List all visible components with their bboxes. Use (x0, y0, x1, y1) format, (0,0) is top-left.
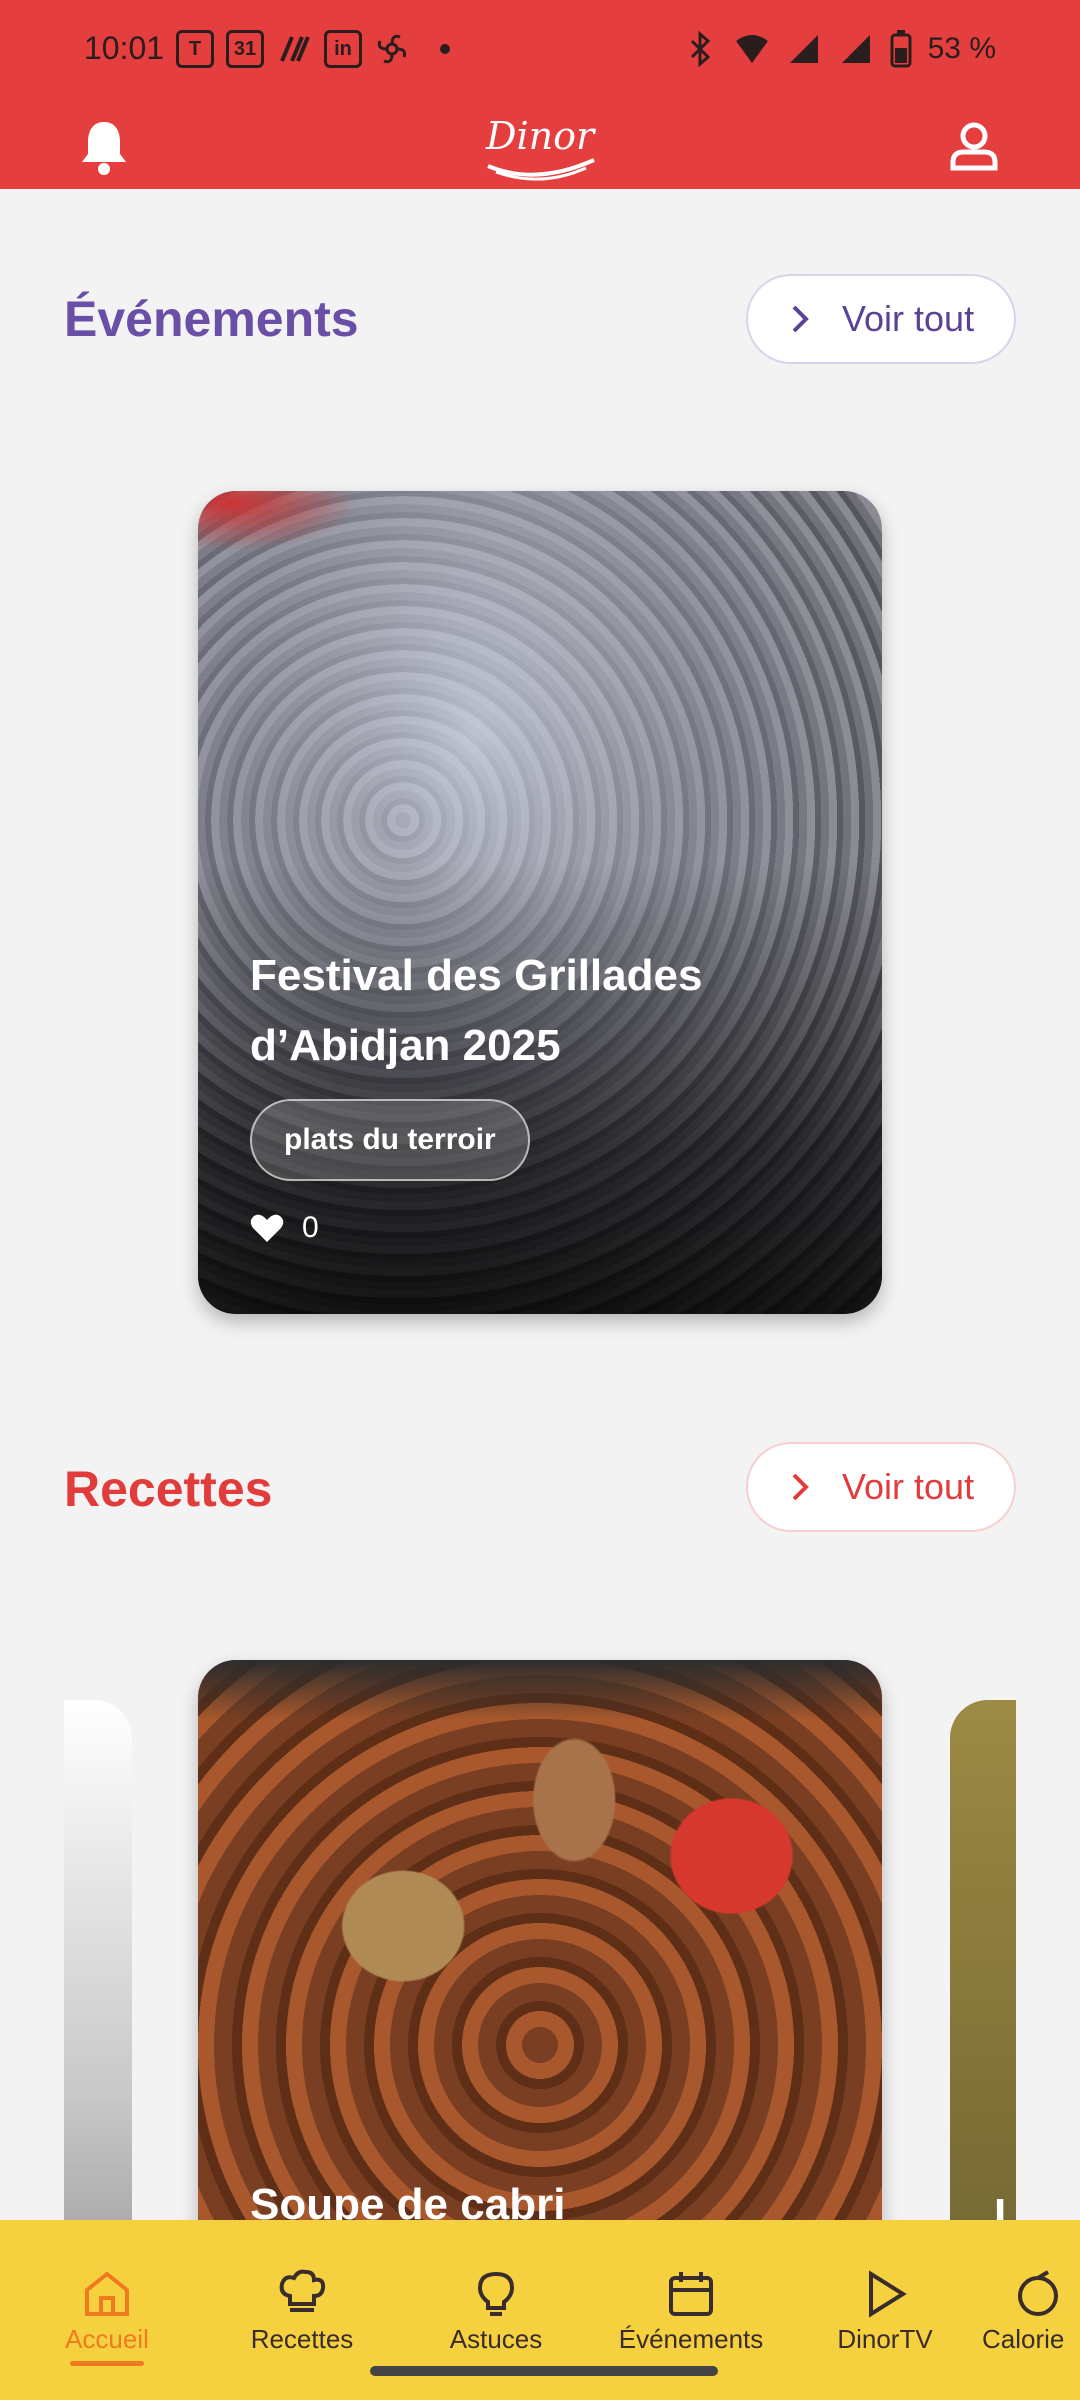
nav-label: DinorTV (837, 2324, 933, 2354)
wifi-icon (735, 35, 768, 63)
nav-label: Événements (618, 2324, 764, 2354)
nav-recettes[interactable]: Recettes (217, 2268, 387, 2355)
event-card-title: Festival des Grillades d’Abidjan 2025 (250, 951, 703, 1070)
event-likes[interactable]: 0 (250, 1211, 319, 1245)
slash-icon (280, 36, 310, 62)
recipes-see-all-button[interactable]: Voir tout (746, 1442, 1016, 1532)
signal-icon-2 (841, 35, 870, 63)
gesture-handle[interactable] (370, 2366, 718, 2376)
linkedin-icon: in (324, 30, 362, 68)
pinwheel-icon (377, 34, 407, 64)
nav-astuces[interactable]: Astuces (411, 2268, 581, 2355)
nav-label: Recettes (250, 2324, 354, 2354)
event-card[interactable]: Festival des Grillades d’Abidjan 2025 pl… (198, 491, 882, 1314)
calendar-icon (669, 2272, 713, 2316)
status-time: 10:01 (84, 30, 165, 66)
battery-percent: 53 % (927, 32, 996, 65)
signal-icon (789, 35, 818, 63)
status-bar: 10:01 T 31 in 53 % (0, 0, 1080, 100)
events-section-title: Événements (64, 291, 359, 347)
nav-calorie[interactable]: Calorie (982, 2268, 1080, 2355)
events-see-all-button[interactable]: Voir tout (746, 274, 1016, 364)
events-see-all-label: Voir tout (842, 298, 975, 339)
home-icon (85, 2271, 129, 2316)
nav-dinortv[interactable]: DinorTV (800, 2268, 970, 2355)
bluetooth-icon (690, 31, 710, 67)
battery-icon (890, 30, 912, 68)
event-likes-count: 0 (302, 1211, 319, 1244)
bell-icon[interactable] (78, 118, 130, 176)
status-system-icons: 53 % (682, 30, 996, 68)
nav-label: Astuces (449, 2324, 543, 2354)
user-icon[interactable] (948, 120, 1000, 172)
calorie-icon (1018, 2270, 1058, 2316)
nav-label: Accueil (65, 2324, 149, 2354)
heart-icon (250, 1214, 284, 1242)
chevron-right-icon (792, 1473, 809, 1501)
notification-dot-icon (440, 44, 450, 54)
app-header: 10:01 T 31 in 53 % Dinor (0, 0, 1080, 189)
nav-label: Calorie (982, 2324, 1065, 2354)
lightbulb-icon (477, 2271, 515, 2316)
active-indicator (70, 2361, 144, 2366)
calendar-icon: 31 (226, 30, 264, 68)
top-navigation: Dinor (0, 100, 1080, 189)
chevron-right-icon (792, 305, 809, 333)
teams-icon: T (176, 30, 214, 68)
card-image-overlay (198, 491, 882, 1314)
status-app-icons: T 31 in (176, 30, 450, 68)
logo-swoosh-icon (487, 158, 595, 181)
chef-hat-icon (279, 2269, 326, 2312)
recipes-section-title: Recettes (64, 1461, 273, 1517)
nav-evenements[interactable]: Événements (606, 2268, 776, 2355)
play-icon (869, 2270, 907, 2318)
card-image-detail (198, 1660, 882, 1720)
nav-accueil[interactable]: Accueil (22, 2268, 192, 2366)
recipes-see-all-label: Voir tout (842, 1466, 975, 1507)
event-category-tag[interactable]: plats du terroir (250, 1099, 530, 1181)
